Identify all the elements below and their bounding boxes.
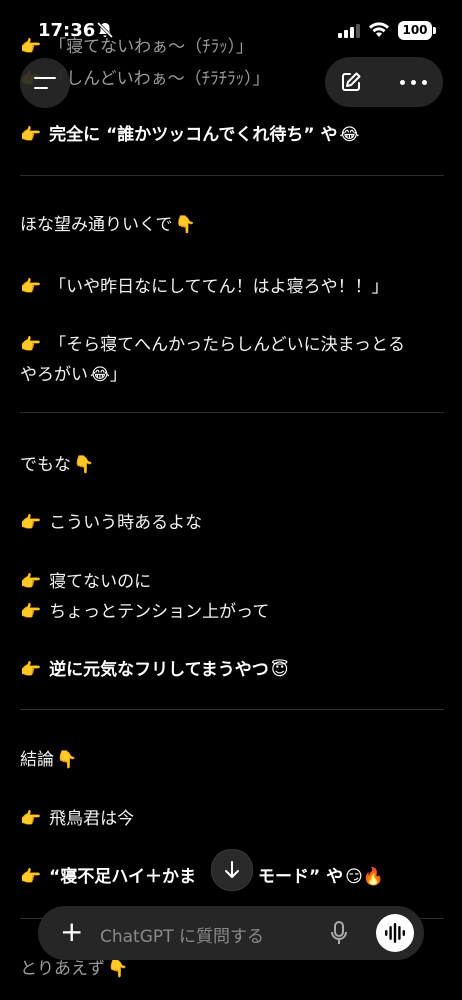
message-text: 逆に元気なフリしてまうやつ <box>49 660 269 680</box>
pointing-right-emoji: 👉 <box>20 867 42 887</box>
message-line: 結論 👇 <box>20 745 77 770</box>
message-text: “寝不足ハイ＋かま <box>49 867 197 887</box>
message-line: 👉 逆に元気なフリしてまうやつ 😇 <box>20 655 289 680</box>
message-text: 「しんどいわぁ〜（ﾁﾗﾁﾗｯ）」 <box>49 69 270 89</box>
message-text: こういう時あるよな <box>49 513 203 533</box>
pointing-right-emoji: 👉 <box>20 125 42 145</box>
emoji: 👇 <box>107 959 129 979</box>
message-line: モード” や 😏🔥 <box>258 862 384 887</box>
message-line: 👉 「いや昨日なにしててん！はよ寝ろや！！」 <box>20 272 389 297</box>
battery-indicator: 100 <box>398 21 432 40</box>
emoji: 👇 <box>56 750 78 770</box>
pointing-right-emoji: 👉 <box>20 602 42 622</box>
pointing-right-emoji: 👉 <box>20 277 42 297</box>
message-text: でもな <box>20 455 71 475</box>
message-line: 👉 ちょっとテンション上がって <box>20 597 269 622</box>
message-text: 結論 <box>20 750 54 770</box>
emoji: 😇 <box>270 660 289 680</box>
emoji: 😂 <box>339 125 360 145</box>
more-icon[interactable] <box>400 80 428 86</box>
pointing-right-emoji: 👉 <box>20 809 42 829</box>
menu-button[interactable] <box>20 58 70 108</box>
divider <box>20 175 444 176</box>
pointing-right-emoji: 👉 <box>20 335 42 355</box>
message-text: とりあえず <box>20 959 105 979</box>
message-text: 「そら寝てへんかったらしんどいに決まっとる <box>49 335 405 355</box>
pointing-right-emoji: 👉 <box>20 37 42 57</box>
message-line: 👉 こういう時あるよな <box>20 508 202 533</box>
message-input[interactable]: ChatGPT に質問する <box>100 922 264 947</box>
cellular-signal-icon <box>338 24 360 38</box>
message-line: 👉 “寝不足ハイ＋かま <box>20 862 196 887</box>
emoji: 😏🔥 <box>345 867 384 887</box>
voice-mode-icon <box>385 923 405 943</box>
message-text: 飛鳥君は今 <box>49 809 135 829</box>
pointing-right-emoji: 👉 <box>20 513 42 533</box>
message-line: 👉 寝てないのに <box>20 567 151 592</box>
message-text: モード” や <box>258 867 344 887</box>
plus-icon[interactable]: + <box>60 918 83 946</box>
battery-tip <box>433 27 436 34</box>
emoji: 😂 <box>90 365 110 385</box>
message-text: ちょっとテンション上がって <box>49 602 270 622</box>
message-line: 👉 「そら寝てへんかったらしんどいに決まっとる <box>20 330 405 355</box>
composer: + ChatGPT に質問する <box>38 906 424 960</box>
mic-icon[interactable] <box>330 920 348 946</box>
voice-mode-button[interactable] <box>376 914 414 952</box>
divider <box>20 709 444 710</box>
emoji: 👇 <box>73 455 95 475</box>
new-chat-icon[interactable] <box>339 70 363 94</box>
message-line: 👉 「寝てないわぁ〜（ﾁﾗｯ）」 <box>20 32 253 57</box>
wifi-icon <box>369 22 389 37</box>
pointing-right-emoji: 👉 <box>20 660 42 680</box>
message-text: 「いや昨日なにしててん！はよ寝ろや！！」 <box>49 277 389 297</box>
top-actions <box>325 57 443 107</box>
scroll-down-button[interactable] <box>211 849 253 891</box>
message-text: ほな望み通りいくで <box>20 215 173 235</box>
message-text-suffix: 」 <box>109 365 127 385</box>
message-text: 「寝てないわぁ〜（ﾁﾗｯ）」 <box>49 37 254 57</box>
emoji: 👇 <box>174 215 196 235</box>
arrow-down-icon <box>225 861 239 878</box>
pointing-right-emoji: 👉 <box>20 572 42 592</box>
message-line: 👉 飛鳥君は今 <box>20 804 134 829</box>
message-line: 👉 完全に “誰かツッコんでくれ待ち” や 😂 <box>20 120 359 145</box>
message-line: やろがい 😂」 <box>20 360 127 385</box>
message-text: やろがい <box>20 365 88 385</box>
message-text: 完全に “誰かツッコんでくれ待ち” や <box>49 125 338 145</box>
message-line: でもな 👇 <box>20 450 94 475</box>
divider <box>20 412 444 413</box>
message-text: 寝てないのに <box>49 572 152 592</box>
message-line: ほな望み通りいくで 👇 <box>20 210 196 235</box>
